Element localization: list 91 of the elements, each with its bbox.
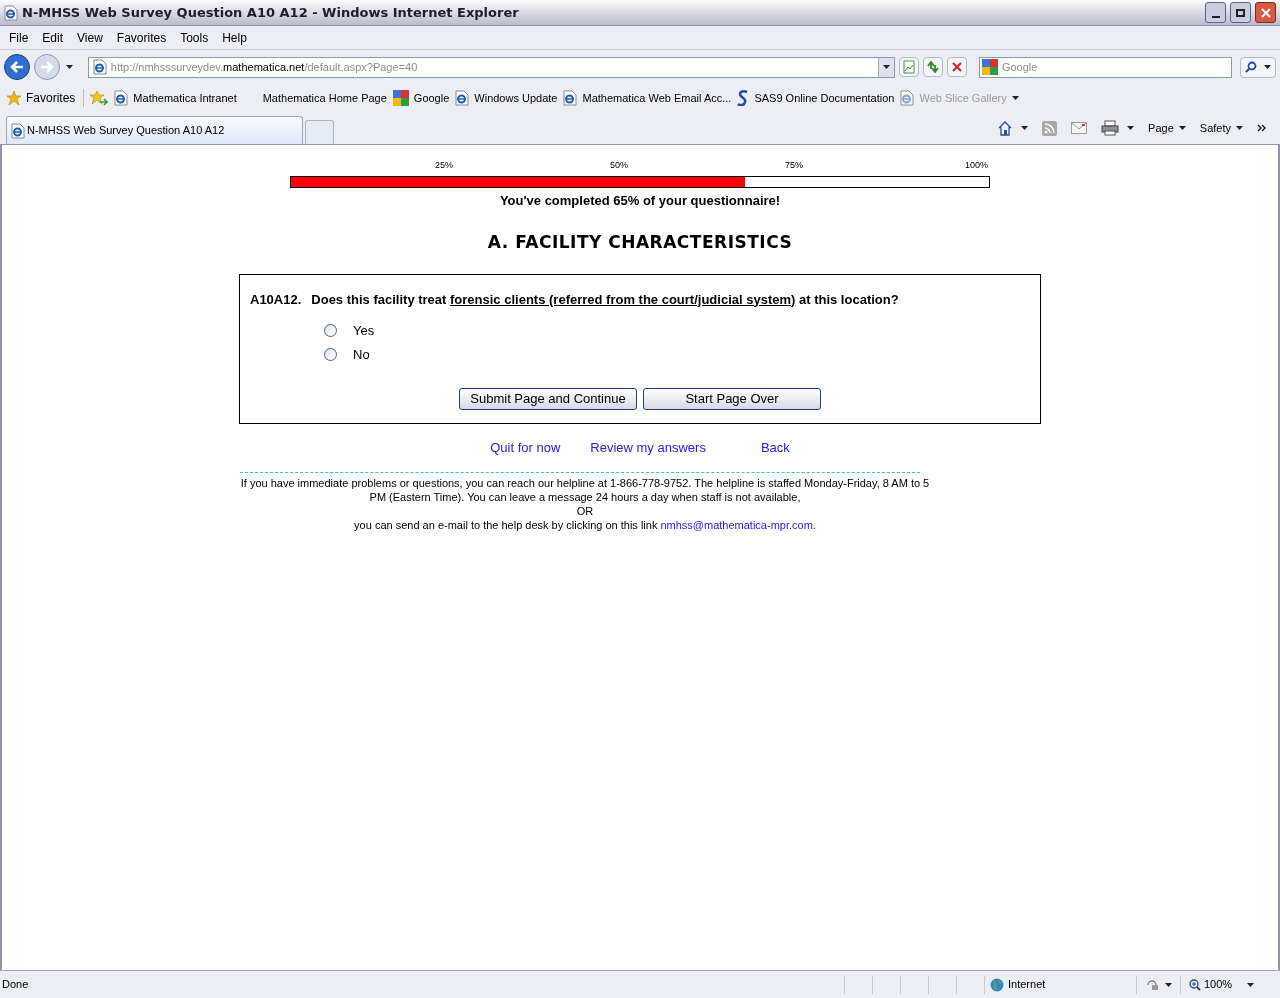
favorite-link[interactable]: Google bbox=[392, 89, 450, 107]
lock-icon bbox=[1145, 978, 1160, 991]
menu-item[interactable]: Tools bbox=[180, 28, 209, 47]
favorite-link[interactable]: Mathematica Web Email Acc... bbox=[563, 89, 732, 107]
close-icon bbox=[1260, 7, 1271, 18]
progress-tick-label: 25% bbox=[435, 159, 453, 172]
close-button[interactable] bbox=[1255, 2, 1276, 23]
nav-link[interactable]: Quit for now bbox=[490, 438, 561, 458]
left-arrow-icon bbox=[9, 61, 24, 73]
command-menu[interactable]: Safety bbox=[1199, 119, 1243, 137]
favorite-link[interactable]: Mathematica Home Page bbox=[262, 89, 387, 107]
question-text: A10A12. Does this facility treat forensic clients (referred from the court/judicial system) at this location? bbox=[250, 290, 900, 309]
email-link[interactable]: nmhss@mathematica-mpr.com. bbox=[660, 518, 816, 531]
caret-icon bbox=[1127, 126, 1135, 130]
form-button[interactable]: Submit Page and Continue bbox=[459, 388, 637, 410]
home-button[interactable] bbox=[997, 120, 1029, 136]
favorite-link[interactable]: SAS9 Online Documentation bbox=[737, 89, 895, 107]
caret-icon bbox=[1164, 982, 1172, 987]
globe-icon bbox=[990, 977, 1004, 992]
caret-icon bbox=[1236, 126, 1243, 130]
add-favorite-icon[interactable] bbox=[90, 90, 109, 106]
mail-icon[interactable] bbox=[1071, 122, 1088, 134]
window-title: N-MHSS Web Survey Question A10 A12 - Windows Internet Explorer bbox=[22, 3, 520, 22]
progress-tick-label: 100% bbox=[964, 159, 988, 172]
menu-item[interactable]: File bbox=[9, 28, 29, 47]
menu-item[interactable]: Help bbox=[222, 28, 247, 47]
address-dropdown[interactable] bbox=[878, 57, 895, 77]
zoom-button[interactable]: 100% bbox=[1180, 975, 1260, 994]
form-button[interactable]: Start Page Over bbox=[643, 388, 821, 410]
restore-button[interactable] bbox=[1230, 2, 1251, 23]
address-field[interactable]: http://nmhsssurveydev.mathematica.net/default.aspx?Page=40 bbox=[87, 56, 896, 78]
right-arrow-icon bbox=[39, 61, 54, 73]
caret-icon bbox=[883, 65, 891, 69]
zone-text: Internet bbox=[1008, 977, 1046, 993]
radio-button[interactable] bbox=[324, 324, 337, 338]
star-icon bbox=[6, 90, 22, 106]
command-menu[interactable]: Page bbox=[1148, 119, 1186, 137]
option-label: No bbox=[353, 345, 370, 364]
page-icon bbox=[4, 4, 18, 21]
browser-tab[interactable]: N-MHSS Web Survey Question A10 A12 bbox=[6, 116, 303, 144]
zoom-icon bbox=[1189, 978, 1201, 991]
progress-tick-label: 50% bbox=[610, 159, 628, 172]
search-field[interactable]: Google bbox=[978, 56, 1233, 78]
section-title: A. FACILITY CHARACTERISTICS bbox=[487, 231, 793, 254]
caret-icon bbox=[1011, 96, 1019, 100]
refresh-button[interactable] bbox=[923, 57, 943, 77]
nav-link[interactable]: Back bbox=[760, 438, 790, 458]
radio-button[interactable] bbox=[324, 347, 337, 361]
page-icon bbox=[92, 59, 107, 75]
url-text: http://nmhsssurveydev.mathematica.net/default.aspx?Page=40 bbox=[110, 59, 419, 75]
page-chart-icon bbox=[903, 60, 916, 74]
favorite-link[interactable]: Mathematica Intranet bbox=[114, 89, 237, 107]
s-logo-icon bbox=[737, 90, 750, 106]
search-input[interactable]: Google bbox=[1001, 58, 1232, 76]
status-text: Done bbox=[1, 977, 30, 993]
nav-link[interactable]: Review my answers bbox=[590, 438, 706, 458]
printer-icon bbox=[1101, 120, 1120, 136]
search-button[interactable] bbox=[1240, 56, 1276, 78]
refresh-icon bbox=[926, 61, 941, 73]
chevron-icon[interactable] bbox=[1257, 124, 1266, 132]
caret-icon bbox=[1247, 982, 1254, 987]
caret-icon bbox=[1021, 126, 1029, 130]
page-icon bbox=[563, 90, 578, 106]
page-icon bbox=[900, 90, 915, 106]
progress-tick-label: 75% bbox=[785, 159, 803, 172]
page-icon bbox=[455, 90, 470, 106]
page-icon bbox=[114, 90, 129, 106]
print-button[interactable] bbox=[1101, 120, 1135, 136]
history-dropdown[interactable] bbox=[63, 62, 76, 72]
search-icon bbox=[1244, 61, 1257, 73]
google-icon bbox=[392, 90, 409, 106]
caret-icon bbox=[1178, 126, 1186, 130]
or-text: OR bbox=[575, 503, 595, 518]
back-button[interactable] bbox=[4, 54, 30, 80]
menu-item[interactable]: Favorites bbox=[116, 28, 167, 47]
caret-icon bbox=[1264, 65, 1272, 69]
home-icon bbox=[997, 120, 1014, 136]
caret-icon bbox=[66, 65, 74, 69]
favorites-button[interactable]: Favorites bbox=[6, 89, 85, 107]
help-text: If you have immediate problems or questions, you can reach our helpline at 1-866-778-9752. The helpline is staffed Monday-Friday, 8 AM to 5 PM (Eastern Time). You can leave a message 24 hours a day when staff is not available, bbox=[240, 475, 930, 504]
page-icon bbox=[11, 122, 25, 139]
google-icon bbox=[981, 59, 998, 75]
favorite-link[interactable]: Windows Update bbox=[455, 89, 558, 107]
minimize-button[interactable] bbox=[1205, 2, 1226, 23]
progress-message: You've completed 65% of your questionnaire! bbox=[499, 191, 781, 210]
close-icon bbox=[951, 62, 962, 72]
option-label: Yes bbox=[353, 322, 375, 340]
email-text: you can send an e-mail to the help desk by clicking on this link nmhss@mathematica-mpr.com. bbox=[353, 517, 817, 532]
stop-button[interactable] bbox=[947, 57, 967, 77]
menu-item[interactable]: Edit bbox=[42, 28, 64, 47]
menu-item[interactable]: View bbox=[77, 28, 103, 47]
